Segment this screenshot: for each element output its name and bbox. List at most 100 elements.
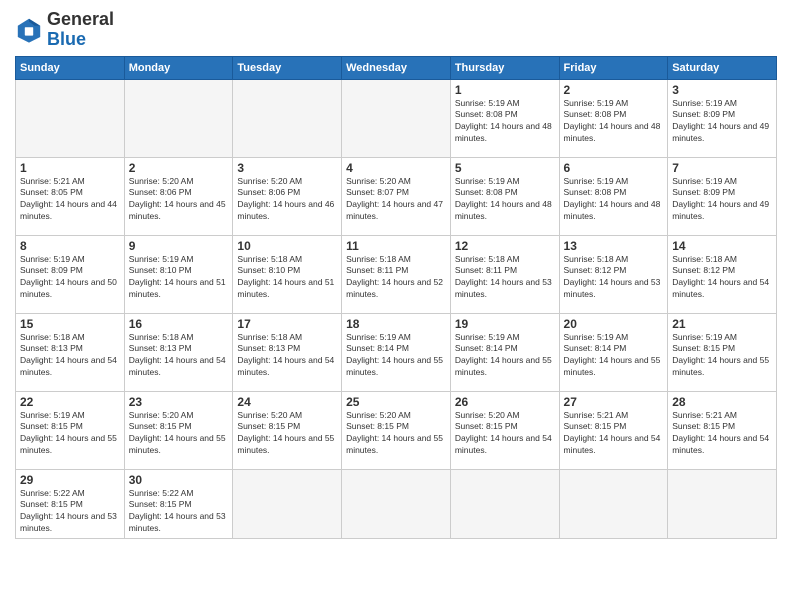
calendar-cell: 9Sunrise: 5:19 AMSunset: 8:10 PMDaylight… bbox=[124, 235, 233, 313]
day-info: Sunrise: 5:19 AMSunset: 8:15 PMDaylight:… bbox=[20, 410, 120, 458]
day-number: 2 bbox=[129, 161, 229, 175]
logo-icon bbox=[15, 16, 43, 44]
day-info: Sunrise: 5:19 AMSunset: 8:10 PMDaylight:… bbox=[129, 254, 229, 302]
day-info: Sunrise: 5:20 AMSunset: 8:15 PMDaylight:… bbox=[237, 410, 337, 458]
day-number: 19 bbox=[455, 317, 555, 331]
day-number: 27 bbox=[564, 395, 664, 409]
week-row-2: 8Sunrise: 5:19 AMSunset: 8:09 PMDaylight… bbox=[16, 235, 777, 313]
day-info: Sunrise: 5:19 AMSunset: 8:14 PMDaylight:… bbox=[346, 332, 446, 380]
calendar-cell: 14Sunrise: 5:18 AMSunset: 8:12 PMDayligh… bbox=[668, 235, 777, 313]
calendar-cell: 21Sunrise: 5:19 AMSunset: 8:15 PMDayligh… bbox=[668, 313, 777, 391]
day-info: Sunrise: 5:20 AMSunset: 8:07 PMDaylight:… bbox=[346, 176, 446, 224]
week-row-5: 29Sunrise: 5:22 AMSunset: 8:15 PMDayligh… bbox=[16, 469, 777, 539]
calendar-cell: 25Sunrise: 5:20 AMSunset: 8:15 PMDayligh… bbox=[342, 391, 451, 469]
day-number: 25 bbox=[346, 395, 446, 409]
calendar-cell: 5Sunrise: 5:19 AMSunset: 8:08 PMDaylight… bbox=[450, 157, 559, 235]
calendar-cell: 20Sunrise: 5:19 AMSunset: 8:14 PMDayligh… bbox=[559, 313, 668, 391]
calendar-cell bbox=[559, 469, 668, 539]
calendar-cell: 1Sunrise: 5:21 AMSunset: 8:05 PMDaylight… bbox=[16, 157, 125, 235]
day-number: 7 bbox=[672, 161, 772, 175]
calendar-cell: 18Sunrise: 5:19 AMSunset: 8:14 PMDayligh… bbox=[342, 313, 451, 391]
day-number: 1 bbox=[455, 83, 555, 97]
logo: General Blue bbox=[15, 10, 114, 50]
calendar-cell: 3Sunrise: 5:19 AMSunset: 8:09 PMDaylight… bbox=[668, 79, 777, 157]
day-number: 14 bbox=[672, 239, 772, 253]
calendar-cell bbox=[233, 79, 342, 157]
calendar-cell: 30Sunrise: 5:22 AMSunset: 8:15 PMDayligh… bbox=[124, 469, 233, 539]
calendar-cell: 16Sunrise: 5:18 AMSunset: 8:13 PMDayligh… bbox=[124, 313, 233, 391]
day-info: Sunrise: 5:18 AMSunset: 8:12 PMDaylight:… bbox=[564, 254, 664, 302]
week-row-0: 1Sunrise: 5:19 AMSunset: 8:08 PMDaylight… bbox=[16, 79, 777, 157]
day-info: Sunrise: 5:20 AMSunset: 8:15 PMDaylight:… bbox=[129, 410, 229, 458]
calendar-cell: 27Sunrise: 5:21 AMSunset: 8:15 PMDayligh… bbox=[559, 391, 668, 469]
calendar-cell: 11Sunrise: 5:18 AMSunset: 8:11 PMDayligh… bbox=[342, 235, 451, 313]
day-header-tuesday: Tuesday bbox=[233, 56, 342, 79]
day-header-friday: Friday bbox=[559, 56, 668, 79]
calendar-cell: 2Sunrise: 5:19 AMSunset: 8:08 PMDaylight… bbox=[559, 79, 668, 157]
calendar-cell: 8Sunrise: 5:19 AMSunset: 8:09 PMDaylight… bbox=[16, 235, 125, 313]
day-number: 2 bbox=[564, 83, 664, 97]
header: General Blue bbox=[15, 10, 777, 50]
day-info: Sunrise: 5:19 AMSunset: 8:15 PMDaylight:… bbox=[672, 332, 772, 380]
week-row-1: 1Sunrise: 5:21 AMSunset: 8:05 PMDaylight… bbox=[16, 157, 777, 235]
day-number: 10 bbox=[237, 239, 337, 253]
day-info: Sunrise: 5:19 AMSunset: 8:08 PMDaylight:… bbox=[564, 98, 664, 146]
calendar-cell: 1Sunrise: 5:19 AMSunset: 8:08 PMDaylight… bbox=[450, 79, 559, 157]
calendar-cell: 7Sunrise: 5:19 AMSunset: 8:09 PMDaylight… bbox=[668, 157, 777, 235]
day-number: 17 bbox=[237, 317, 337, 331]
day-info: Sunrise: 5:20 AMSunset: 8:06 PMDaylight:… bbox=[129, 176, 229, 224]
day-info: Sunrise: 5:19 AMSunset: 8:08 PMDaylight:… bbox=[455, 98, 555, 146]
day-info: Sunrise: 5:18 AMSunset: 8:13 PMDaylight:… bbox=[20, 332, 120, 380]
day-info: Sunrise: 5:18 AMSunset: 8:12 PMDaylight:… bbox=[672, 254, 772, 302]
calendar-cell: 6Sunrise: 5:19 AMSunset: 8:08 PMDaylight… bbox=[559, 157, 668, 235]
day-info: Sunrise: 5:18 AMSunset: 8:10 PMDaylight:… bbox=[237, 254, 337, 302]
calendar-cell: 15Sunrise: 5:18 AMSunset: 8:13 PMDayligh… bbox=[16, 313, 125, 391]
week-row-3: 15Sunrise: 5:18 AMSunset: 8:13 PMDayligh… bbox=[16, 313, 777, 391]
calendar-cell bbox=[16, 79, 125, 157]
calendar-cell: 22Sunrise: 5:19 AMSunset: 8:15 PMDayligh… bbox=[16, 391, 125, 469]
calendar-cell: 26Sunrise: 5:20 AMSunset: 8:15 PMDayligh… bbox=[450, 391, 559, 469]
calendar-cell bbox=[233, 469, 342, 539]
day-number: 12 bbox=[455, 239, 555, 253]
day-number: 3 bbox=[237, 161, 337, 175]
day-header-wednesday: Wednesday bbox=[342, 56, 451, 79]
day-number: 23 bbox=[129, 395, 229, 409]
day-number: 18 bbox=[346, 317, 446, 331]
calendar-cell: 4Sunrise: 5:20 AMSunset: 8:07 PMDaylight… bbox=[342, 157, 451, 235]
calendar-cell: 3Sunrise: 5:20 AMSunset: 8:06 PMDaylight… bbox=[233, 157, 342, 235]
calendar-cell: 10Sunrise: 5:18 AMSunset: 8:10 PMDayligh… bbox=[233, 235, 342, 313]
day-info: Sunrise: 5:19 AMSunset: 8:09 PMDaylight:… bbox=[672, 176, 772, 224]
week-row-4: 22Sunrise: 5:19 AMSunset: 8:15 PMDayligh… bbox=[16, 391, 777, 469]
day-number: 21 bbox=[672, 317, 772, 331]
day-info: Sunrise: 5:19 AMSunset: 8:09 PMDaylight:… bbox=[672, 98, 772, 146]
calendar-cell: 24Sunrise: 5:20 AMSunset: 8:15 PMDayligh… bbox=[233, 391, 342, 469]
day-info: Sunrise: 5:18 AMSunset: 8:13 PMDaylight:… bbox=[129, 332, 229, 380]
logo-text: General Blue bbox=[47, 10, 114, 50]
day-number: 5 bbox=[455, 161, 555, 175]
calendar-cell: 13Sunrise: 5:18 AMSunset: 8:12 PMDayligh… bbox=[559, 235, 668, 313]
day-info: Sunrise: 5:22 AMSunset: 8:15 PMDaylight:… bbox=[129, 488, 229, 536]
day-number: 6 bbox=[564, 161, 664, 175]
day-info: Sunrise: 5:20 AMSunset: 8:15 PMDaylight:… bbox=[455, 410, 555, 458]
day-number: 16 bbox=[129, 317, 229, 331]
day-info: Sunrise: 5:19 AMSunset: 8:14 PMDaylight:… bbox=[455, 332, 555, 380]
day-number: 20 bbox=[564, 317, 664, 331]
day-number: 11 bbox=[346, 239, 446, 253]
calendar-cell bbox=[668, 469, 777, 539]
day-info: Sunrise: 5:18 AMSunset: 8:13 PMDaylight:… bbox=[237, 332, 337, 380]
day-info: Sunrise: 5:19 AMSunset: 8:09 PMDaylight:… bbox=[20, 254, 120, 302]
calendar-cell: 17Sunrise: 5:18 AMSunset: 8:13 PMDayligh… bbox=[233, 313, 342, 391]
day-info: Sunrise: 5:22 AMSunset: 8:15 PMDaylight:… bbox=[20, 488, 120, 536]
page: General Blue SundayMondayTuesdayWednesda… bbox=[0, 0, 792, 612]
days-header-row: SundayMondayTuesdayWednesdayThursdayFrid… bbox=[16, 56, 777, 79]
calendar-table: SundayMondayTuesdayWednesdayThursdayFrid… bbox=[15, 56, 777, 540]
day-number: 4 bbox=[346, 161, 446, 175]
day-number: 28 bbox=[672, 395, 772, 409]
day-number: 3 bbox=[672, 83, 772, 97]
day-number: 13 bbox=[564, 239, 664, 253]
day-info: Sunrise: 5:20 AMSunset: 8:06 PMDaylight:… bbox=[237, 176, 337, 224]
day-number: 29 bbox=[20, 473, 120, 487]
day-info: Sunrise: 5:19 AMSunset: 8:14 PMDaylight:… bbox=[564, 332, 664, 380]
day-header-sunday: Sunday bbox=[16, 56, 125, 79]
day-header-monday: Monday bbox=[124, 56, 233, 79]
